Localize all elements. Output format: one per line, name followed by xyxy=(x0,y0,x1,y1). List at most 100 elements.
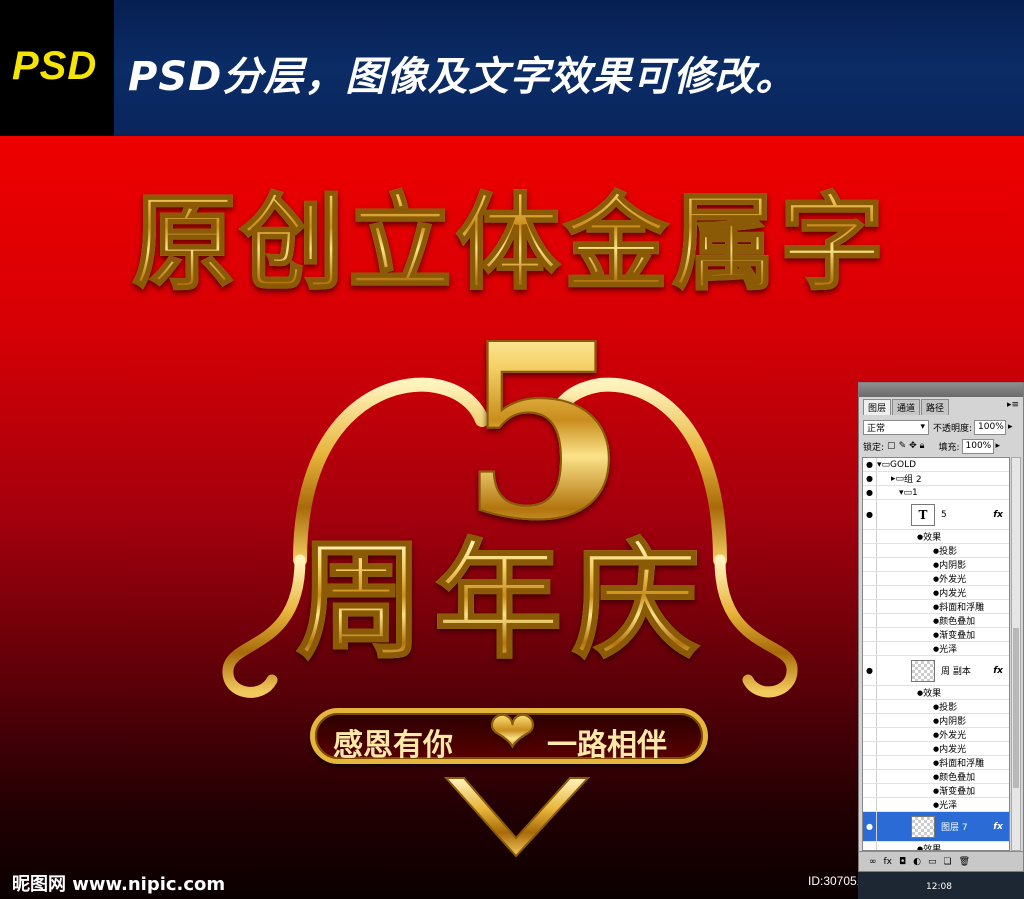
visibility-eye-icon[interactable] xyxy=(863,686,877,699)
layer-row[interactable]: ● 光泽 xyxy=(863,798,1009,812)
visibility-eye-icon[interactable] xyxy=(863,614,877,627)
layer-row[interactable]: ● 投影 xyxy=(863,700,1009,714)
visibility-eye-icon[interactable] xyxy=(863,842,877,850)
fx-badge[interactable]: fx xyxy=(993,510,1003,520)
lock-transparent-icon[interactable]: ▢ xyxy=(887,441,896,451)
opacity-label: 不透明度: xyxy=(933,423,973,434)
text-layer-thumbnail: T xyxy=(911,503,935,526)
trash-icon[interactable]: 🗑︎ xyxy=(959,857,970,867)
layer-name: 组 2 xyxy=(904,475,922,485)
visibility-eye-icon[interactable] xyxy=(863,600,877,613)
visibility-eye-icon[interactable] xyxy=(863,756,877,769)
layer-row[interactable]: ● ▾ ▭ GOLD xyxy=(863,458,1009,472)
visibility-eye-icon[interactable] xyxy=(863,544,877,557)
visibility-eye-icon[interactable]: ● xyxy=(863,500,877,529)
layer-name: 内发光 xyxy=(939,589,967,599)
lock-all-icon[interactable]: 🔒︎ xyxy=(920,441,925,451)
visibility-eye-icon[interactable] xyxy=(863,714,877,727)
site-watermark: 昵图网 www.nipic.com xyxy=(12,874,226,895)
visibility-eye-icon[interactable] xyxy=(863,784,877,797)
visibility-eye-icon[interactable] xyxy=(863,572,877,585)
visibility-eye-icon[interactable] xyxy=(863,628,877,641)
folder-icon: ▭ xyxy=(881,459,891,470)
fill-input[interactable]: 100% xyxy=(961,438,994,454)
panel-footer: ∞ fx ◘ ◐ ▭ ❏ 🗑︎ xyxy=(859,851,1023,871)
layer-name: 颜色叠加 xyxy=(939,617,976,627)
lock-position-icon[interactable]: ✥ xyxy=(909,441,917,451)
link-icon[interactable]: ∞ xyxy=(869,857,877,867)
layer-row[interactable]: ● 内发光 xyxy=(863,742,1009,756)
scrollbar-thumb[interactable] xyxy=(1013,628,1019,788)
layer-row[interactable]: ● 斜面和浮雕 xyxy=(863,600,1009,614)
layer-row[interactable]: ● 渐变叠加 xyxy=(863,784,1009,798)
visibility-eye-icon[interactable]: ● xyxy=(863,656,877,685)
blend-row: 正常 ▾ 不透明度: 100% ▸ xyxy=(863,418,1013,436)
visibility-eye-icon[interactable] xyxy=(863,798,877,811)
fill-label: 填充: xyxy=(938,442,960,453)
mask-icon[interactable]: ◘ xyxy=(899,857,906,867)
adjustment-icon[interactable]: ◐ xyxy=(913,857,921,867)
layer-row[interactable]: ● 效果 xyxy=(863,530,1009,544)
fx-badge[interactable]: fx xyxy=(993,666,1003,676)
layer-row[interactable]: ● 图层 7 fx xyxy=(863,812,1009,842)
visibility-eye-icon[interactable] xyxy=(863,558,877,571)
visibility-eye-icon[interactable] xyxy=(863,642,877,655)
layer-name: 效果 xyxy=(923,689,942,699)
lock-row: 锁定: ▢ ✎ ✥ 🔒︎ 填充: 100% ▸ xyxy=(863,437,1000,455)
visibility-eye-icon[interactable]: ● xyxy=(863,472,877,485)
layer-name: 内阴影 xyxy=(939,717,967,727)
layer-row[interactable]: ● ▸ ▭ 组 2 xyxy=(863,472,1009,486)
fx-badge[interactable]: fx xyxy=(993,822,1003,832)
folder-icon[interactable]: ▭ xyxy=(928,857,937,867)
panel-titlebar[interactable] xyxy=(859,383,1023,397)
layer-row[interactable]: ● 周 副本 fx xyxy=(863,656,1009,686)
layer-row[interactable]: ● 投影 xyxy=(863,544,1009,558)
layer-thumbnail xyxy=(911,815,935,838)
panel-menu-icon[interactable]: ▸≡ xyxy=(1007,400,1019,410)
visibility-eye-icon[interactable] xyxy=(863,742,877,755)
slogan-badge: 感恩有你 ❤ 一路相伴 xyxy=(310,700,708,765)
fill-arrow-icon[interactable]: ▸ xyxy=(996,441,1001,451)
visibility-eye-icon[interactable] xyxy=(863,770,877,783)
layers-list: ● ▾ ▭ GOLD ● ▸ ▭ 组 2 ● ▾ ▭ 1 ● T 5 fx ● 效果 ● 投影 ● 内阴… xyxy=(862,457,1010,851)
layer-row[interactable]: ● ▾ ▭ 1 xyxy=(863,486,1009,500)
opacity-input[interactable]: 100% xyxy=(974,419,1007,435)
visibility-eye-icon[interactable] xyxy=(863,700,877,713)
visibility-eye-icon[interactable] xyxy=(863,530,877,543)
heart-icon: ❤ xyxy=(488,700,537,765)
tab-layers[interactable]: 图层 xyxy=(863,399,892,415)
layer-row[interactable]: ● 斜面和浮雕 xyxy=(863,756,1009,770)
layer-row[interactable]: ● 内发光 xyxy=(863,586,1009,600)
tab-channels[interactable]: 通道 xyxy=(892,399,921,415)
visibility-eye-icon[interactable]: ● xyxy=(863,458,877,471)
layer-name: 5 xyxy=(941,509,947,520)
visibility-eye-icon[interactable] xyxy=(863,728,877,741)
lock-label: 锁定: xyxy=(863,442,885,453)
blend-mode-select[interactable]: 正常 ▾ xyxy=(863,419,929,435)
layer-name: 1 xyxy=(912,487,918,498)
layer-row[interactable]: ● 渐变叠加 xyxy=(863,628,1009,642)
layer-row[interactable]: ● 效果 xyxy=(863,842,1009,850)
layer-name: 图层 7 xyxy=(941,823,968,833)
system-taskbar: 12:08 xyxy=(858,872,1024,899)
layer-row[interactable]: ● 效果 xyxy=(863,686,1009,700)
tab-paths[interactable]: 路径 xyxy=(921,399,950,415)
opacity-value: 100% xyxy=(978,422,1004,432)
layer-row[interactable]: ● 内阴影 xyxy=(863,714,1009,728)
chevron-down-icon: ▾ xyxy=(920,422,925,432)
lock-image-icon[interactable]: ✎ xyxy=(899,441,907,451)
visibility-eye-icon[interactable]: ● xyxy=(863,812,877,841)
layers-scrollbar[interactable] xyxy=(1011,457,1021,851)
layer-row[interactable]: ● T 5 fx xyxy=(863,500,1009,530)
layer-row[interactable]: ● 外发光 xyxy=(863,572,1009,586)
layer-row[interactable]: ● 内阴影 xyxy=(863,558,1009,572)
layer-row[interactable]: ● 颜色叠加 xyxy=(863,614,1009,628)
new-layer-icon[interactable]: ❏ xyxy=(944,857,952,867)
opacity-arrow-icon[interactable]: ▸ xyxy=(1008,422,1013,432)
layer-row[interactable]: ● 颜色叠加 xyxy=(863,770,1009,784)
layer-row[interactable]: ● 光泽 xyxy=(863,642,1009,656)
visibility-eye-icon[interactable]: ● xyxy=(863,486,877,499)
fx-icon[interactable]: fx xyxy=(884,857,893,867)
layer-row[interactable]: ● 外发光 xyxy=(863,728,1009,742)
visibility-eye-icon[interactable] xyxy=(863,586,877,599)
